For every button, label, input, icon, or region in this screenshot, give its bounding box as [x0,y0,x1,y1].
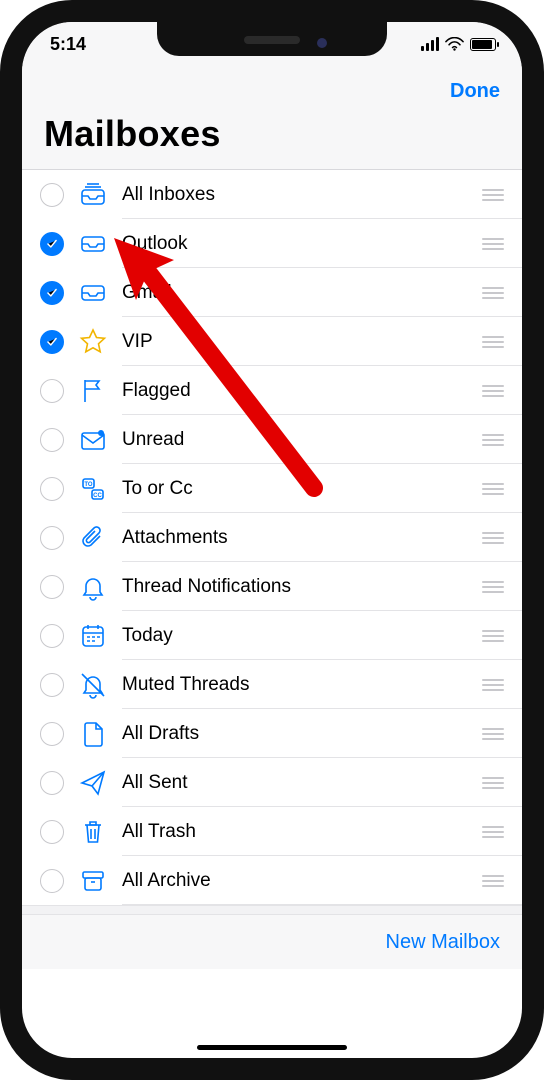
page-title: Mailboxes [22,109,522,169]
star-icon [78,327,108,357]
mailbox-row-all-drafts[interactable]: All Drafts [22,709,522,758]
cellular-icon [421,37,439,51]
drag-handle-icon[interactable] [478,238,504,250]
battery-icon [470,38,496,51]
notch [157,22,387,56]
selection-radio[interactable] [40,673,64,697]
drag-handle-icon[interactable] [478,336,504,348]
archive-icon [78,866,108,896]
mailbox-label: All Inboxes [122,184,478,206]
done-button[interactable]: Done [450,80,500,103]
mailbox-label: Muted Threads [122,674,478,696]
doc-icon [78,719,108,749]
selection-radio[interactable] [40,624,64,648]
drag-handle-icon[interactable] [478,630,504,642]
mailbox-label: Thread Notifications [122,576,478,598]
mailbox-row-outlook[interactable]: Outlook [22,219,522,268]
drag-handle-icon[interactable] [478,434,504,446]
mailbox-row-thread-notif[interactable]: Thread Notifications [22,562,522,611]
selection-radio[interactable] [40,575,64,599]
mailbox-label: Outlook [122,233,478,255]
status-time: 5:14 [50,34,86,55]
tray-icon [78,278,108,308]
mailbox-label: Flagged [122,380,478,402]
toolbar: New Mailbox [22,915,522,969]
drag-handle-icon[interactable] [478,385,504,397]
tray-stack-icon [78,180,108,210]
mailbox-row-all-inboxes[interactable]: All Inboxes [22,170,522,219]
selection-radio[interactable] [40,722,64,746]
mailbox-label: Unread [122,429,478,451]
drag-handle-icon[interactable] [478,679,504,691]
mailbox-label: VIP [122,331,478,353]
home-indicator [197,1045,347,1050]
mailbox-row-flagged[interactable]: Flagged [22,366,522,415]
selection-radio[interactable] [40,232,64,256]
bell-slash-icon [78,670,108,700]
tray-icon [78,229,108,259]
drag-handle-icon[interactable] [478,826,504,838]
selection-radio[interactable] [40,820,64,844]
mailbox-label: All Archive [122,870,478,892]
mailbox-row-all-sent[interactable]: All Sent [22,758,522,807]
mailbox-row-unread[interactable]: Unread [22,415,522,464]
selection-radio[interactable] [40,281,64,305]
mailbox-row-all-archive[interactable]: All Archive [22,856,522,905]
drag-handle-icon[interactable] [478,581,504,593]
mailbox-row-vip[interactable]: VIP [22,317,522,366]
drag-handle-icon[interactable] [478,532,504,544]
selection-radio[interactable] [40,379,64,403]
mailbox-row-today[interactable]: Today [22,611,522,660]
mailbox-list: All Inboxes Outlook Gmail VIP Flagged Unread T… [22,170,522,905]
mailbox-label: All Drafts [122,723,478,745]
envelope-dot-icon [78,425,108,455]
selection-radio[interactable] [40,771,64,795]
mailbox-row-muted[interactable]: Muted Threads [22,660,522,709]
drag-handle-icon[interactable] [478,287,504,299]
mailbox-label: Attachments [122,527,478,549]
wifi-icon [445,37,464,51]
mailbox-label: All Sent [122,772,478,794]
drag-handle-icon[interactable] [478,777,504,789]
paperclip-icon [78,523,108,553]
selection-radio[interactable] [40,183,64,207]
calendar-icon [78,621,108,651]
new-mailbox-button[interactable]: New Mailbox [386,931,500,954]
phone-frame: 5:14 Done Mailboxes All Inboxes Outlook Gm… [0,0,544,1080]
mailbox-label: Today [122,625,478,647]
trash-icon [78,817,108,847]
mailbox-row-all-trash[interactable]: All Trash [22,807,522,856]
flag-icon [78,376,108,406]
drag-handle-icon[interactable] [478,875,504,887]
mailbox-row-attachments[interactable]: Attachments [22,513,522,562]
selection-radio[interactable] [40,526,64,550]
nav-header: Done Mailboxes [22,66,522,170]
list-spacer [22,905,522,915]
bell-icon [78,572,108,602]
selection-radio[interactable] [40,428,64,452]
drag-handle-icon[interactable] [478,483,504,495]
paperplane-icon [78,768,108,798]
drag-handle-icon[interactable] [478,189,504,201]
mailbox-row-gmail[interactable]: Gmail [22,268,522,317]
selection-radio[interactable] [40,477,64,501]
selection-radio[interactable] [40,330,64,354]
to-cc-icon [78,474,108,504]
mailbox-label: All Trash [122,821,478,843]
mailbox-row-to-or-cc[interactable]: To or Cc [22,464,522,513]
drag-handle-icon[interactable] [478,728,504,740]
mailbox-label: Gmail [122,282,478,304]
mailbox-label: To or Cc [122,478,478,500]
selection-radio[interactable] [40,869,64,893]
